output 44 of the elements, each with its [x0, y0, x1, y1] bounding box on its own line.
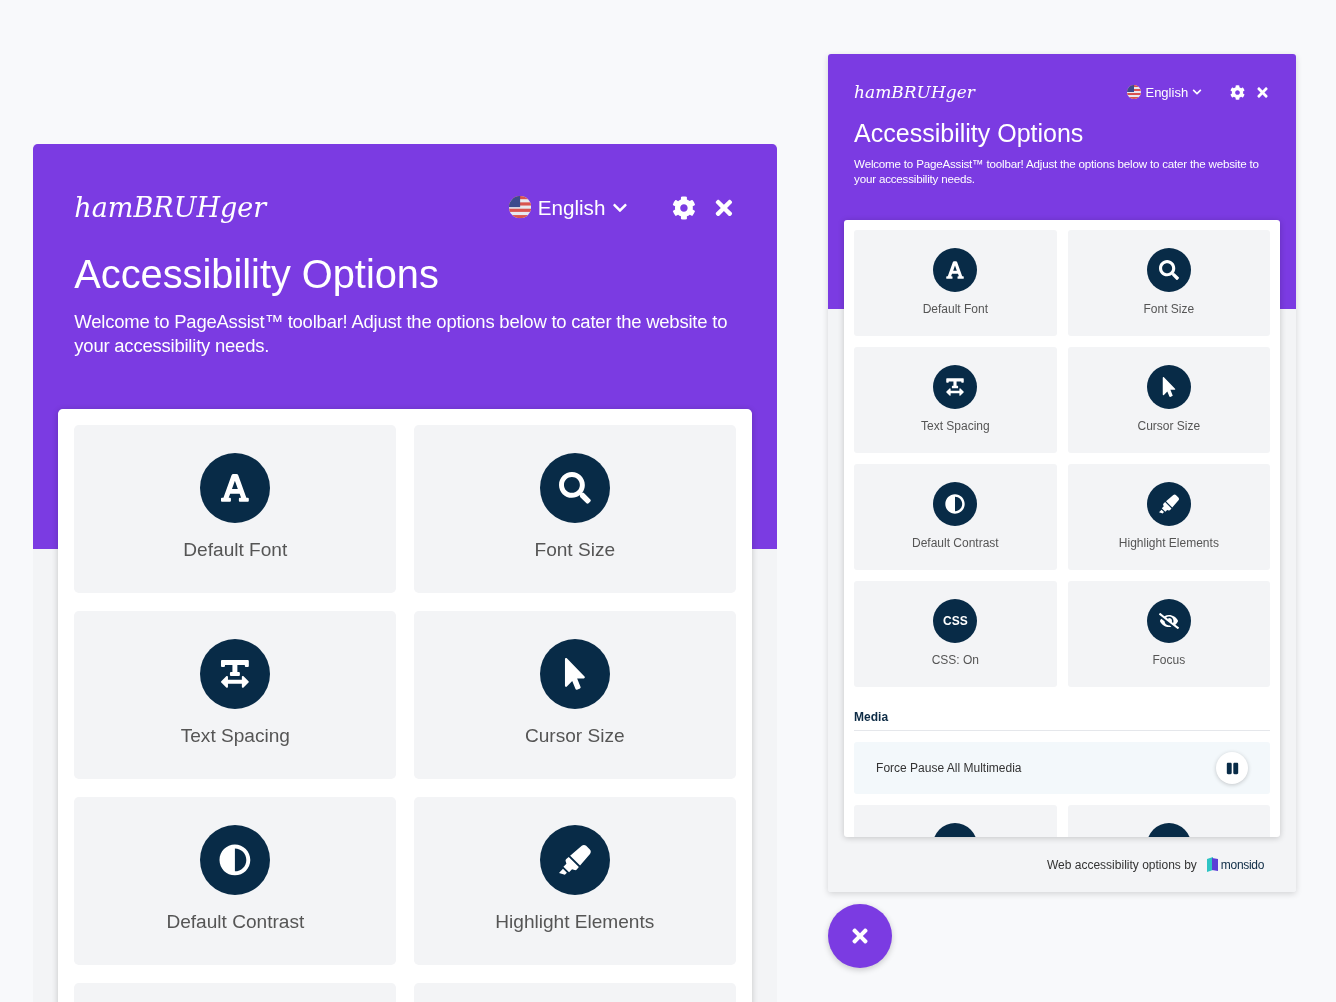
pause-icon [1225, 761, 1239, 775]
option-tile[interactable]: Default Font [74, 424, 397, 594]
gear-icon [672, 195, 697, 220]
option-tile[interactable]: Focus [1067, 581, 1271, 687]
panel-description: Welcome to PageAssist™ toolbar! Adjust the options below to cater the website to your accessibility needs. [854, 155, 1260, 186]
pause-button[interactable] [1216, 752, 1249, 784]
brand-link[interactable]: monsido [1206, 857, 1265, 872]
option-tile[interactable]: Default Font [854, 230, 1057, 336]
pointer-icon [1146, 365, 1191, 409]
panel-title: Accessibility Options [854, 118, 1085, 148]
flag-icon [509, 196, 532, 219]
option-label: Force Pause All Multimedia [876, 761, 1022, 775]
section-heading: Media [854, 710, 889, 724]
option-tile[interactable]: Highlight Elements [1067, 464, 1271, 570]
css-badge: CSS [933, 599, 978, 643]
option-tile[interactable]: Font Size [1067, 230, 1271, 336]
option-tile[interactable]: Cursor Size [413, 610, 736, 780]
logo-icon [1206, 857, 1218, 872]
option-tile[interactable]: Text Spacing [854, 347, 1057, 453]
option-tile[interactable]: Cursor Size [1067, 347, 1271, 453]
option-tile[interactable]: Default Contrast [74, 796, 397, 966]
text-width-icon [933, 365, 978, 409]
highlighter-icon [1146, 482, 1191, 526]
option-tile[interactable]: CSS CSS: On [854, 581, 1057, 687]
font-icon [933, 248, 978, 292]
logo: hamBRUHger [74, 192, 269, 224]
option-tile[interactable]: Highlight Elements [413, 796, 736, 966]
panel-description: Welcome to PageAssist™ toolbar! Adjust the options below to cater the website to your accessibility needs. [74, 309, 729, 358]
search-icon [1146, 248, 1191, 292]
option-tile[interactable]: Text Spacing [74, 610, 397, 780]
gear-icon [1230, 84, 1246, 100]
settings-button[interactable] [1230, 84, 1246, 100]
contrast-icon [933, 482, 978, 526]
close-button[interactable] [828, 904, 893, 968]
settings-button[interactable] [672, 195, 697, 220]
option-tile[interactable]: Default Contrast [854, 464, 1057, 570]
language-selector[interactable]: English [1127, 84, 1203, 100]
language-selector[interactable]: English [509, 195, 628, 220]
panel-title: Accessibility Options [74, 252, 440, 298]
option-tile[interactable]: Font Size [413, 424, 736, 594]
logo: hamBRUHger [854, 82, 977, 103]
flag-icon [1127, 85, 1142, 100]
footer-text: Web accessibility options by [1047, 857, 1197, 872]
eye-slash-icon [1146, 599, 1191, 643]
